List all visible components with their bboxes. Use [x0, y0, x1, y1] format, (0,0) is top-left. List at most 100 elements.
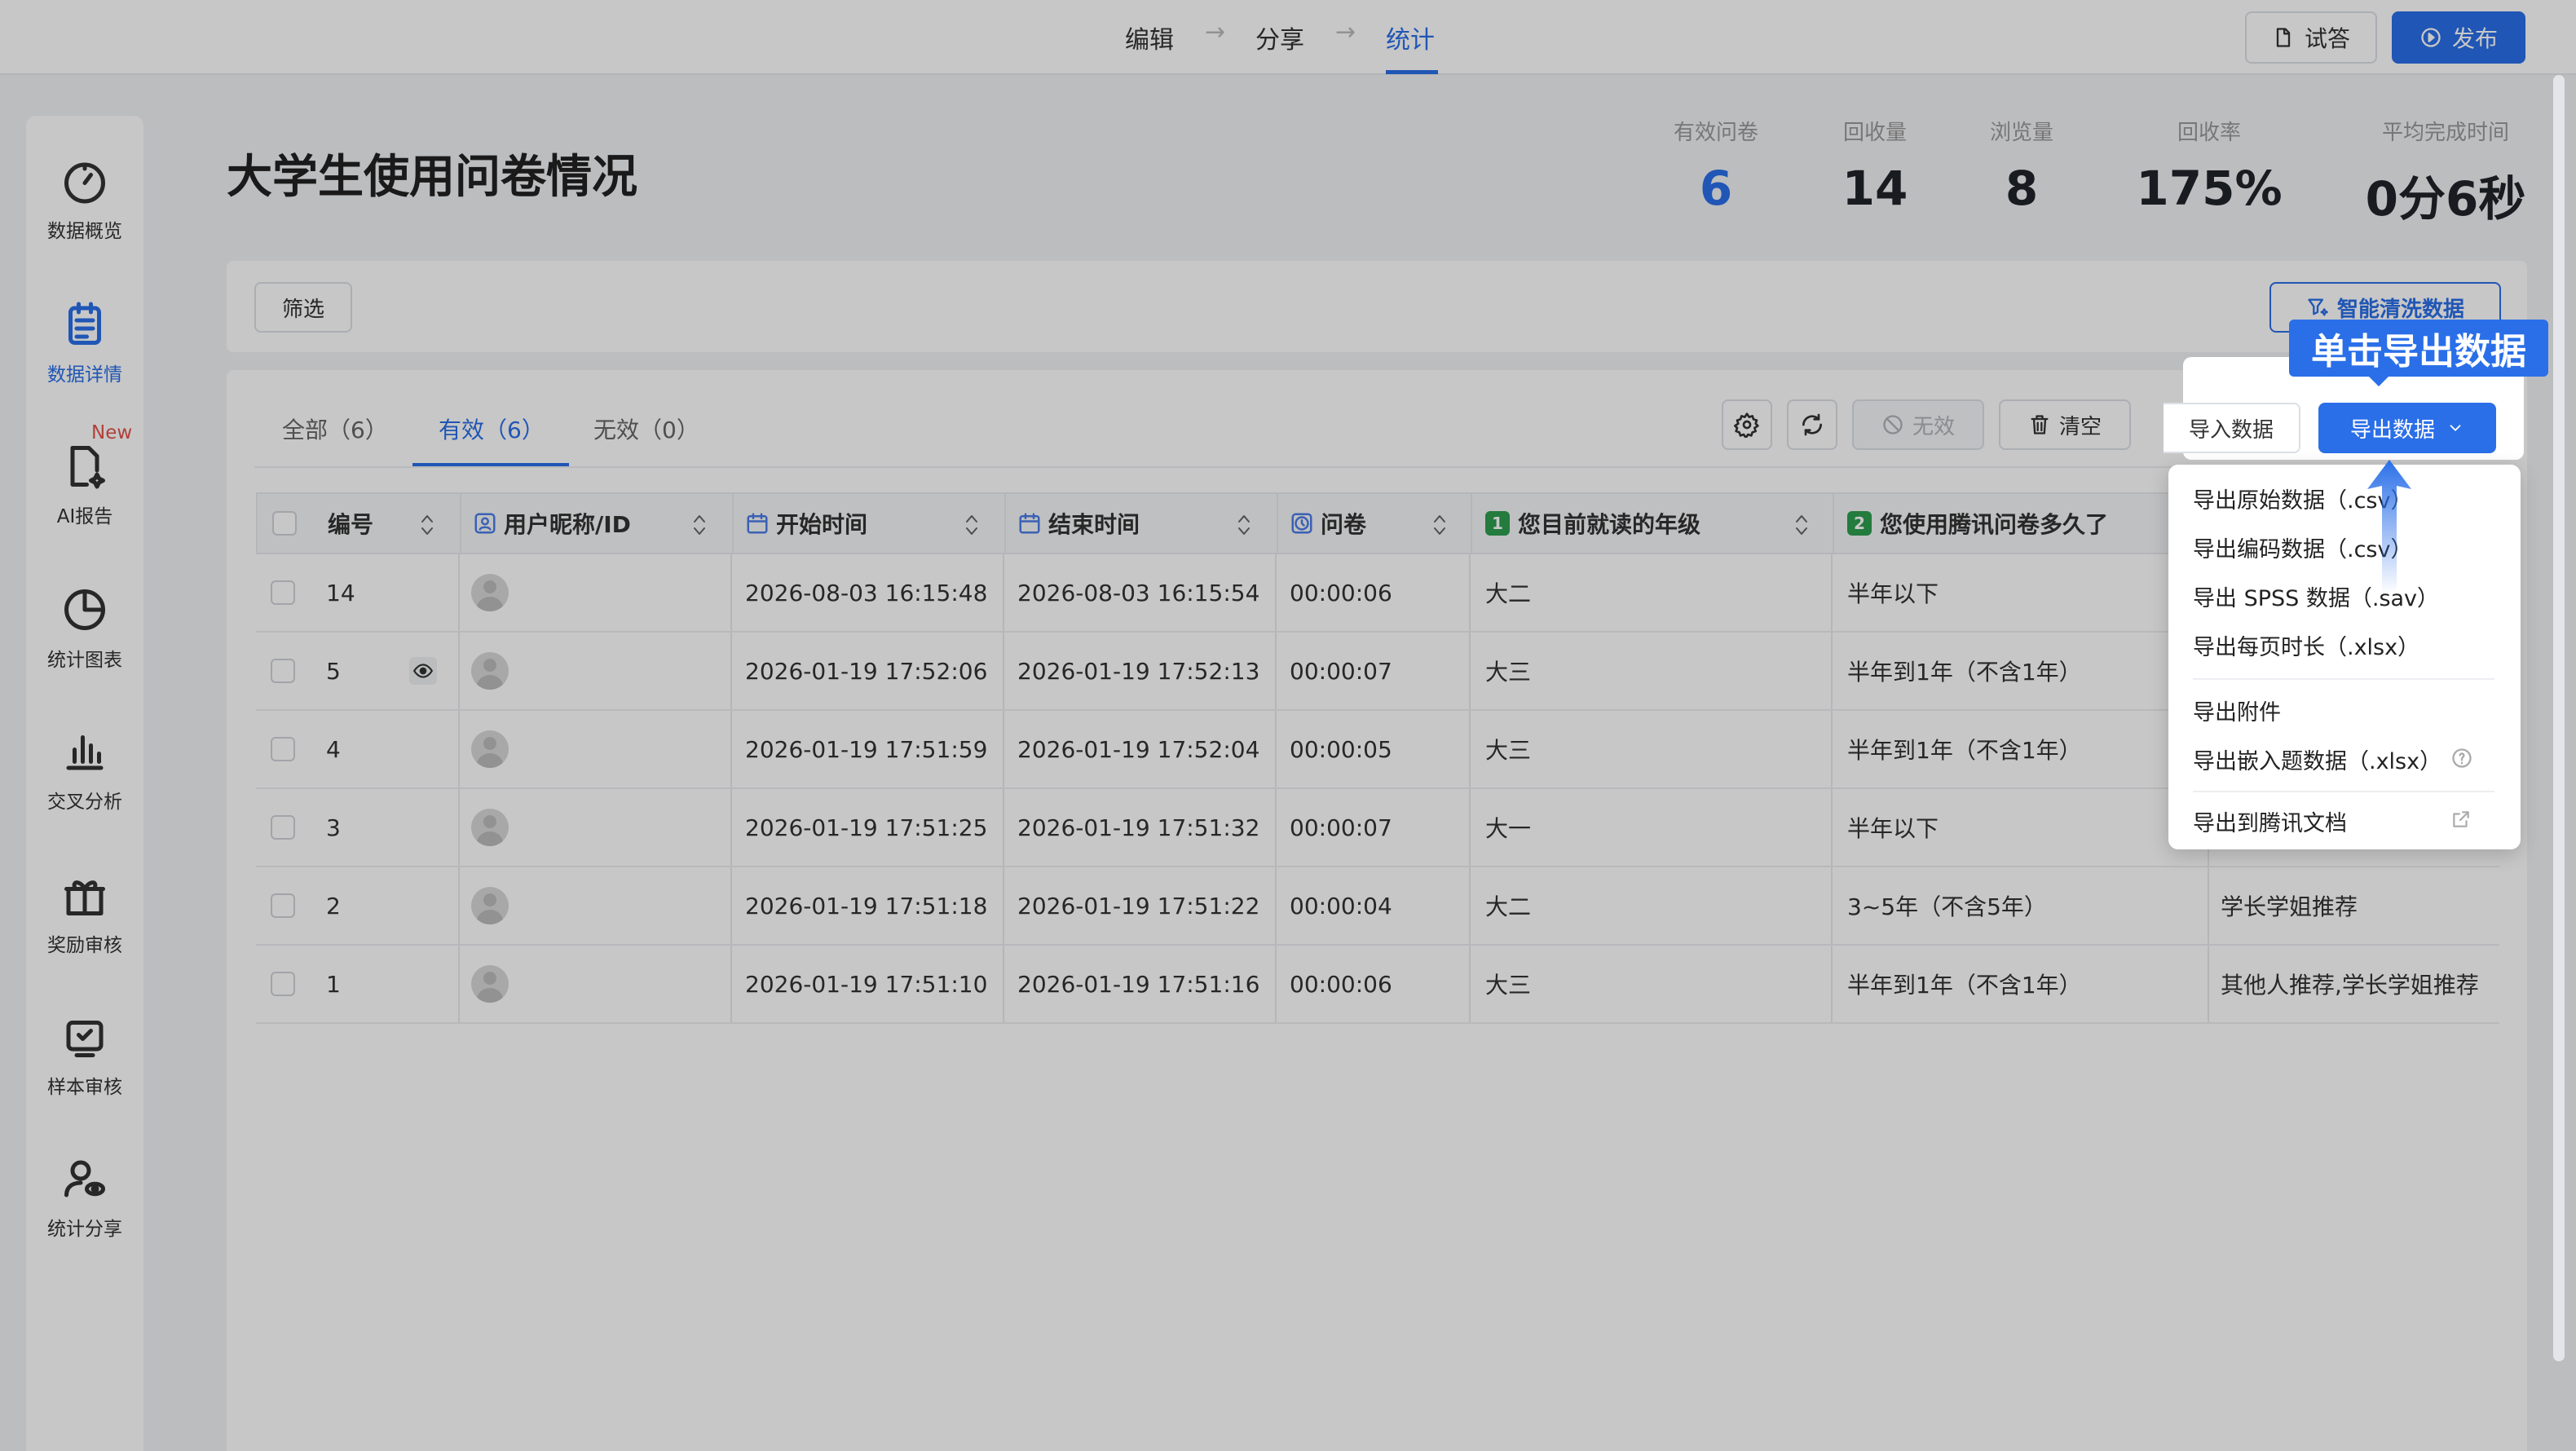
- cell-start-time: 2026-01-19 17:51:10: [745, 970, 988, 998]
- sort-icon[interactable]: [691, 509, 708, 541]
- table-row[interactable]: 1 2026-01-19 17:51:10 2026-01-19 17:51:16 0…: [256, 946, 2499, 1024]
- sidebar-item-overview[interactable]: 数据概览: [26, 157, 143, 243]
- sidebar-item-samples[interactable]: 样本审核: [26, 1012, 143, 1099]
- clear-label: 清空: [2058, 414, 2102, 439]
- cell-usage-duration: 半年以下: [1847, 815, 1939, 842]
- avatar: [471, 554, 536, 631]
- refresh-button[interactable]: [1787, 399, 1837, 450]
- stat-avg-time: 平均完成时间 0分6秒: [2356, 116, 2535, 229]
- tab-invalid[interactable]: 无效（0）: [593, 412, 699, 445]
- table-row[interactable]: 14 2026-08-03 16:15:48 2026-08-03 16:15:54…: [256, 554, 2499, 633]
- sidebar-item-charts[interactable]: 统计图表: [26, 585, 143, 672]
- table-header: 编号 用户昵称/ID 开始时间 结束时间 问卷 1 您目前就读的年级 2 您使用…: [256, 492, 2499, 554]
- tab-all[interactable]: 全部（6）: [282, 412, 388, 445]
- cell-start-time: 2026-01-19 17:51:25: [745, 814, 988, 841]
- clear-button[interactable]: 清空: [1999, 399, 2131, 450]
- export-data-button[interactable]: 导出数据: [2318, 403, 2496, 453]
- export-tencent-docs[interactable]: 导出到腾讯文档: [2193, 805, 2347, 837]
- sidebar-item-details[interactable]: 数据详情: [26, 300, 143, 386]
- row-checkbox[interactable]: [271, 789, 303, 866]
- row-checkbox[interactable]: [271, 554, 303, 631]
- sort-icon[interactable]: [1236, 509, 1252, 541]
- stat-value: 6: [1699, 161, 1733, 216]
- callout-pointer: [2367, 375, 2390, 386]
- export-attachments[interactable]: 导出附件: [2193, 695, 2281, 726]
- sidebar-item-label: 数据详情: [47, 364, 122, 386]
- menu-divider: [2193, 791, 2494, 792]
- table-row[interactable]: 2 2026-01-19 17:51:18 2026-01-19 17:51:22 0…: [256, 867, 2499, 946]
- sample-check-icon: [66, 1021, 104, 1057]
- chevron-down-icon: [2450, 425, 2461, 431]
- stat-label: 有效问卷: [1673, 121, 1758, 145]
- publish-button[interactable]: 发布: [2392, 11, 2525, 64]
- sidebar-item-label: 统计图表: [47, 650, 122, 671]
- help-icon[interactable]: [2450, 747, 2473, 770]
- cell-id: 5: [326, 657, 341, 685]
- header-id[interactable]: 编号: [328, 494, 458, 553]
- ban-icon: [1883, 415, 1903, 434]
- cell-start-time: 2026-01-19 17:51:59: [745, 735, 988, 763]
- cell-id: 3: [326, 814, 341, 841]
- cell-source: 其他人推荐,学长学姐推荐: [2221, 972, 2479, 999]
- user-icon: [474, 513, 496, 534]
- header-grade[interactable]: 1 您目前就读的年级: [1485, 494, 1828, 553]
- settings-button[interactable]: [1722, 399, 1772, 450]
- cell-id: 2: [326, 892, 341, 920]
- preview-label: 试答: [2304, 25, 2350, 52]
- avatar: [471, 633, 536, 709]
- cell-usage-duration: 半年到1年（不含1年）: [1847, 659, 2082, 686]
- sidebar-item-label: 样本审核: [47, 1077, 122, 1098]
- header-end-time[interactable]: 结束时间: [1017, 494, 1262, 553]
- table-row[interactable]: 4 2026-01-19 17:51:59 2026-01-19 17:52:04 0…: [256, 711, 2499, 789]
- sidebar-item-rewards[interactable]: 奖励审核: [26, 871, 143, 957]
- row-checkbox[interactable]: [271, 946, 303, 1022]
- user-share-icon: [64, 1160, 105, 1197]
- header-user[interactable]: 用户昵称/ID: [473, 494, 717, 553]
- cell-grade: 大三: [1485, 737, 1532, 764]
- sidebar-item-ai-report[interactable]: New AI报告: [26, 422, 143, 528]
- row-checkbox[interactable]: [271, 867, 303, 944]
- table-row[interactable]: 3 2026-01-19 17:51:25 2026-01-19 17:51:32 0…: [256, 789, 2499, 867]
- invalid-button[interactable]: 无效: [1852, 399, 1984, 450]
- sort-icon[interactable]: [419, 509, 435, 541]
- cell-usage-duration: 半年到1年（不含1年）: [1847, 972, 2082, 999]
- cell-id: 4: [326, 735, 341, 763]
- sidebar-item-share[interactable]: 统计分享: [26, 1154, 143, 1241]
- page-title: 大学生使用问卷情况: [227, 151, 637, 204]
- publish-label: 发布: [2451, 25, 2498, 52]
- select-all-checkbox[interactable]: [272, 494, 305, 553]
- sort-icon[interactable]: [964, 509, 980, 541]
- export-embedded-xlsx[interactable]: 导出嵌入题数据（.xlsx）: [2193, 743, 2441, 775]
- cell-usage-duration: 3~5年（不含5年）: [1847, 893, 2047, 920]
- import-label: 导入数据: [2188, 417, 2274, 443]
- filter-button[interactable]: 筛选: [254, 282, 352, 333]
- cell-duration: 00:00:05: [1290, 735, 1392, 763]
- row-checkbox[interactable]: [271, 711, 303, 787]
- sort-icon[interactable]: [1431, 509, 1448, 541]
- row-checkbox[interactable]: [271, 633, 303, 709]
- table-row[interactable]: 5 2026-01-19 17:52:06 2026-01-19 17:52:13 0…: [256, 633, 2499, 711]
- sort-icon[interactable]: [1793, 509, 1810, 541]
- invalid-label: 无效: [1912, 414, 1955, 439]
- import-data-button[interactable]: 导入数据: [2164, 403, 2300, 453]
- stat-label: 浏览量: [1989, 121, 2053, 145]
- cell-duration: 00:00:07: [1290, 814, 1392, 841]
- tab-divider: [254, 466, 2498, 468]
- preview-button[interactable]: 试答: [2245, 11, 2377, 64]
- header-start-time[interactable]: 开始时间: [745, 494, 990, 553]
- tab-valid[interactable]: 有效（6）: [439, 412, 545, 445]
- step-edit[interactable]: 编辑: [1125, 20, 1174, 55]
- cell-usage-duration: 半年以下: [1847, 580, 1939, 607]
- step-stats[interactable]: 统计: [1386, 20, 1435, 55]
- gift-icon: [64, 880, 105, 915]
- export-page-duration-xlsx[interactable]: 导出每页时长（.xlsx）: [2193, 629, 2419, 661]
- sidebar-item-cross-analysis[interactable]: 交叉分析: [26, 727, 143, 814]
- cell-start-time: 2026-08-03 16:15:48: [745, 579, 988, 606]
- header-usage-duration[interactable]: 2 您使用腾讯问卷多久了: [1847, 494, 2222, 553]
- stat-value: 14: [1842, 161, 1908, 216]
- cell-end-time: 2026-01-19 17:51:22: [1017, 892, 1260, 920]
- pie-chart-icon: [64, 589, 105, 630]
- step-share[interactable]: 分享: [1255, 20, 1304, 55]
- vertical-scrollbar[interactable]: [2553, 75, 2565, 1361]
- new-badge: New: [91, 422, 133, 443]
